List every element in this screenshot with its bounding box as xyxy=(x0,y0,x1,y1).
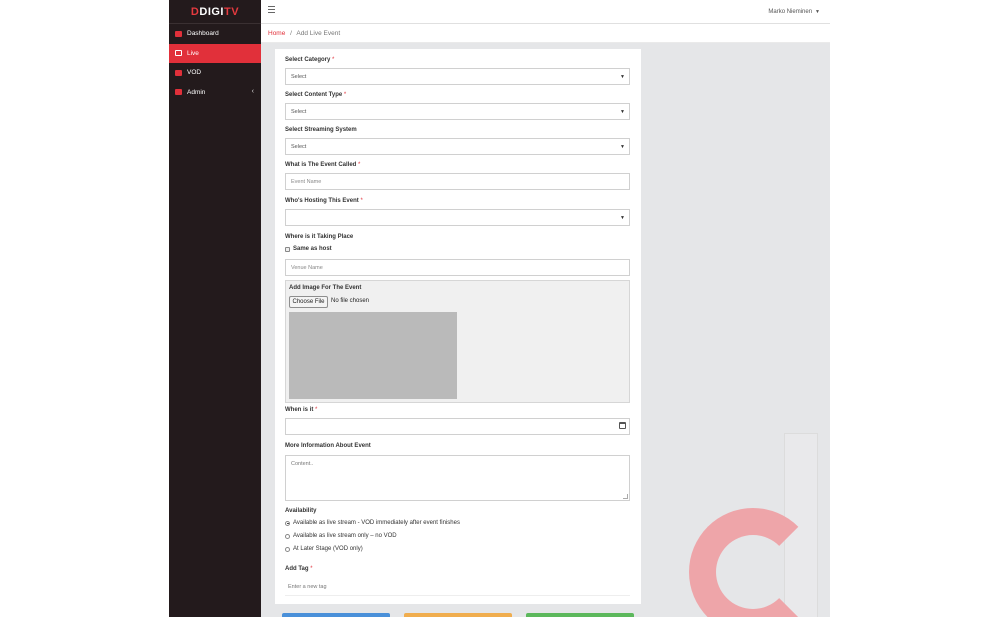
availability-option-label: Available as live stream - VOD immediate… xyxy=(293,520,460,526)
breadcrumb-current: Add Live Event xyxy=(296,30,341,37)
brand-name: DIGI xyxy=(199,5,224,18)
caret-down-icon: ▼ xyxy=(815,9,820,15)
resize-handle-icon[interactable] xyxy=(623,494,628,499)
brand-logo[interactable]: DDIGITV xyxy=(169,0,261,24)
breadcrumb-home-link[interactable]: Home xyxy=(268,30,285,37)
sidebar-item-vod[interactable]: VOD xyxy=(169,63,261,83)
breadcrumb-separator: / xyxy=(290,30,292,37)
radio-button[interactable] xyxy=(285,546,290,552)
breadcrumb: Home / Add Live Event xyxy=(261,24,830,43)
dashboard-icon xyxy=(175,30,182,37)
sidebar-item-admin[interactable]: Admin ‹ xyxy=(169,83,261,103)
orange-action-button[interactable] xyxy=(404,613,512,617)
streaming-label: Select Streaming System xyxy=(285,127,357,133)
sidebar-item-label: Live xyxy=(187,49,199,57)
sidebar-item-live[interactable]: Live xyxy=(169,43,261,63)
sidebar-item-dashboard[interactable]: Dashboard xyxy=(169,24,261,44)
availability-option-3[interactable]: At Later Stage (VOD only) xyxy=(285,546,363,552)
add-event-form: Select Category * Select ▼ Select Content… xyxy=(275,49,641,604)
green-action-button[interactable] xyxy=(526,613,634,617)
same-as-host-checkbox[interactable]: Same as host xyxy=(285,246,332,252)
event-name-label: What is The Event Called * xyxy=(285,162,361,168)
image-preview xyxy=(289,312,457,399)
availability-option-label: Available as live stream only – no VOD xyxy=(293,533,397,539)
radio-button[interactable] xyxy=(285,520,290,526)
category-select[interactable]: Select ▼ xyxy=(285,68,630,85)
brand-suffix: TV xyxy=(224,5,240,18)
caret-down-icon: ▼ xyxy=(620,215,625,221)
caret-down-icon: ▼ xyxy=(620,74,625,80)
category-label: Select Category * xyxy=(285,57,335,63)
app-frame: DDIGITV Dashboard Live VOD Admin ‹ Marko… xyxy=(169,0,830,617)
menu-icon[interactable] xyxy=(268,6,275,14)
availability-option-label: At Later Stage (VOD only) xyxy=(293,546,363,552)
content-type-select[interactable]: Select ▼ xyxy=(285,103,630,120)
radio-button[interactable] xyxy=(285,533,290,539)
user-menu[interactable]: Marko Nieminen ▼ xyxy=(768,9,820,15)
sidebar-item-label: Admin xyxy=(187,88,206,96)
tv-icon xyxy=(175,50,182,57)
sidebar-item-label: VOD xyxy=(187,69,202,77)
caret-down-icon: ▼ xyxy=(620,144,625,150)
more-info-textarea[interactable]: Content.. xyxy=(285,455,630,501)
venue-name-input[interactable]: Venue Name xyxy=(285,259,630,276)
image-label: Add Image For The Event xyxy=(289,285,362,291)
streaming-select[interactable]: Select ▼ xyxy=(285,138,630,155)
availability-option-2[interactable]: Available as live stream only – no VOD xyxy=(285,533,397,539)
tag-label: Add Tag * xyxy=(285,566,313,572)
sidebar-item-label: Dashboard xyxy=(187,30,219,38)
host-label: Who's Hosting This Event * xyxy=(285,198,363,204)
calendar-icon[interactable] xyxy=(619,422,626,429)
availability-option-1[interactable]: Available as live stream - VOD immediate… xyxy=(285,520,460,526)
place-label: Where is it Taking Place xyxy=(285,234,354,240)
choose-file-button[interactable]: Choose File xyxy=(289,296,328,308)
content-type-label: Select Content Type * xyxy=(285,92,347,98)
admin-icon xyxy=(175,89,182,96)
availability-label: Availability xyxy=(285,508,317,514)
blue-action-button[interactable] xyxy=(282,613,390,617)
image-upload-panel: Add Image For The Event Choose File No f… xyxy=(285,280,630,403)
user-name: Marko Nieminen xyxy=(768,9,813,15)
host-select[interactable]: ▼ xyxy=(285,209,630,226)
file-status: No file chosen xyxy=(331,298,370,304)
sidebar: DDIGITV Dashboard Live VOD Admin ‹ xyxy=(169,0,261,617)
chevron-left-icon: ‹ xyxy=(251,87,254,95)
event-name-input[interactable]: Event Name xyxy=(285,173,630,190)
checkbox-box[interactable] xyxy=(285,246,290,252)
caret-down-icon: ▼ xyxy=(620,109,625,115)
same-as-host-label: Same as host xyxy=(293,246,332,252)
tag-input[interactable]: Enter a new tag xyxy=(285,579,630,596)
vod-icon xyxy=(175,69,182,76)
when-label: When is it * xyxy=(285,407,318,413)
more-info-label: More Information About Event xyxy=(285,443,371,449)
top-bar: Marko Nieminen ▼ xyxy=(261,0,830,24)
date-input[interactable] xyxy=(285,418,630,435)
